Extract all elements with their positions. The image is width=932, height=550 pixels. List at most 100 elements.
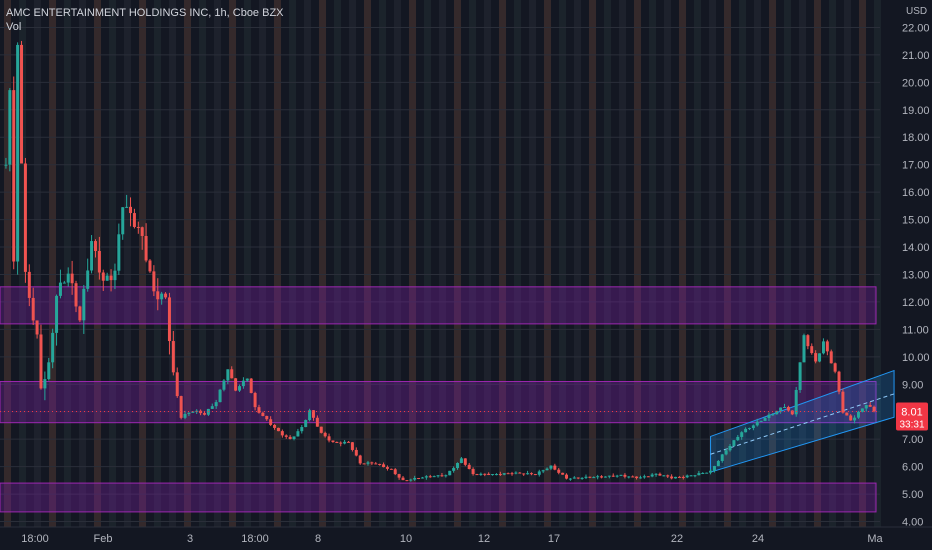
candle-body[interactable] — [397, 474, 401, 478]
candle-body[interactable] — [759, 420, 763, 422]
candle-body[interactable] — [712, 466, 716, 471]
candle-body[interactable] — [405, 480, 409, 482]
candle-body[interactable] — [572, 477, 576, 479]
candle-body[interactable] — [518, 472, 522, 474]
candle-body[interactable] — [802, 335, 806, 363]
candle-body[interactable] — [779, 407, 783, 411]
candle-body[interactable] — [670, 476, 674, 479]
candle-body[interactable] — [592, 477, 596, 479]
candle-body[interactable] — [347, 441, 351, 443]
candle-body[interactable] — [463, 458, 467, 465]
candle-body[interactable] — [763, 418, 767, 421]
candle-body[interactable] — [448, 470, 452, 476]
candle-body[interactable] — [487, 473, 491, 475]
candle-body[interactable] — [744, 428, 748, 433]
candle-body[interactable] — [354, 449, 358, 456]
candle-body[interactable] — [428, 476, 432, 478]
candle-body[interactable] — [105, 275, 109, 281]
candle-body[interactable] — [241, 380, 245, 387]
candle-body[interactable] — [276, 427, 280, 432]
candle-body[interactable] — [837, 371, 841, 392]
candle-body[interactable] — [467, 464, 471, 469]
candle-body[interactable] — [187, 412, 191, 414]
candle-body[interactable] — [109, 275, 113, 281]
candle-body[interactable] — [113, 270, 117, 281]
chart-root[interactable]: 4.005.006.007.008.009.0010.0011.0012.001… — [0, 0, 932, 550]
candle-body[interactable] — [129, 206, 133, 214]
candle-body[interactable] — [218, 389, 222, 403]
candle-body[interactable] — [323, 432, 327, 437]
candle-body[interactable] — [833, 363, 837, 372]
candle-body[interactable] — [4, 164, 8, 166]
candle-body[interactable] — [674, 476, 678, 479]
candle-body[interactable] — [456, 462, 460, 469]
candle-body[interactable] — [491, 474, 495, 476]
candle-body[interactable] — [16, 44, 20, 262]
candle-body[interactable] — [393, 469, 397, 475]
candle-body[interactable] — [872, 406, 876, 412]
candle-body[interactable] — [732, 440, 736, 447]
candle-body[interactable] — [623, 474, 627, 477]
candle-body[interactable] — [273, 424, 277, 428]
candle-body[interactable] — [8, 90, 12, 165]
candle-body[interactable] — [432, 476, 436, 478]
candle-body[interactable] — [401, 477, 405, 481]
candle-body[interactable] — [635, 476, 639, 479]
candle-body[interactable] — [514, 472, 518, 474]
candle-body[interactable] — [261, 412, 265, 416]
candle-body[interactable] — [132, 213, 136, 227]
support-resistance-zone[interactable] — [0, 381, 877, 424]
candle-body[interactable] — [409, 479, 413, 481]
candle-body[interactable] — [51, 332, 55, 363]
candle-body[interactable] — [296, 431, 300, 437]
candle-body[interactable] — [537, 471, 541, 475]
candle-body[interactable] — [533, 474, 537, 476]
candle-body[interactable] — [845, 412, 849, 416]
candle-body[interactable] — [238, 386, 242, 391]
candle-body[interactable] — [27, 271, 31, 298]
candle-body[interactable] — [716, 460, 720, 467]
candle-body[interactable] — [747, 428, 751, 430]
candle-body[interactable] — [97, 250, 101, 273]
candle-body[interactable] — [541, 470, 545, 472]
candle-body[interactable] — [12, 90, 16, 262]
candle-body[interactable] — [156, 291, 160, 300]
candle-body[interactable] — [23, 163, 27, 272]
candle-body[interactable] — [724, 450, 728, 455]
candle-body[interactable] — [444, 475, 448, 477]
candle-body[interactable] — [265, 415, 269, 420]
candle-body[interactable] — [701, 473, 705, 475]
candle-body[interactable] — [288, 436, 292, 440]
candle-body[interactable] — [829, 351, 833, 364]
candle-body[interactable] — [689, 475, 693, 477]
candle-body[interactable] — [794, 389, 798, 415]
candle-body[interactable] — [510, 473, 514, 475]
candle-body[interactable] — [370, 462, 374, 464]
candle-body[interactable] — [55, 295, 59, 333]
candle-body[interactable] — [806, 335, 810, 347]
candle-body[interactable] — [74, 283, 78, 307]
candle-body[interactable] — [475, 474, 479, 476]
candle-body[interactable] — [810, 346, 814, 354]
price-chart[interactable]: 4.005.006.007.008.009.0010.0011.0012.001… — [0, 0, 932, 550]
candle-body[interactable] — [319, 426, 323, 433]
candle-body[interactable] — [424, 476, 428, 478]
candle-body[interactable] — [693, 475, 697, 477]
candle-body[interactable] — [853, 417, 857, 421]
candle-body[interactable] — [600, 476, 604, 478]
candle-body[interactable] — [588, 476, 592, 478]
candle-body[interactable] — [389, 468, 393, 470]
candle-body[interactable] — [841, 391, 845, 413]
candle-body[interactable] — [607, 475, 611, 477]
candle-body[interactable] — [417, 477, 421, 479]
candle-body[interactable] — [677, 476, 681, 478]
candle-body[interactable] — [650, 474, 654, 477]
candle-body[interactable] — [642, 476, 646, 478]
candle-body[interactable] — [553, 465, 557, 470]
candle-body[interactable] — [117, 234, 121, 271]
candle-body[interactable] — [654, 473, 658, 475]
candle-body[interactable] — [82, 288, 86, 321]
candle-body[interactable] — [202, 413, 206, 415]
candle-body[interactable] — [66, 273, 70, 283]
candle-body[interactable] — [62, 282, 66, 284]
